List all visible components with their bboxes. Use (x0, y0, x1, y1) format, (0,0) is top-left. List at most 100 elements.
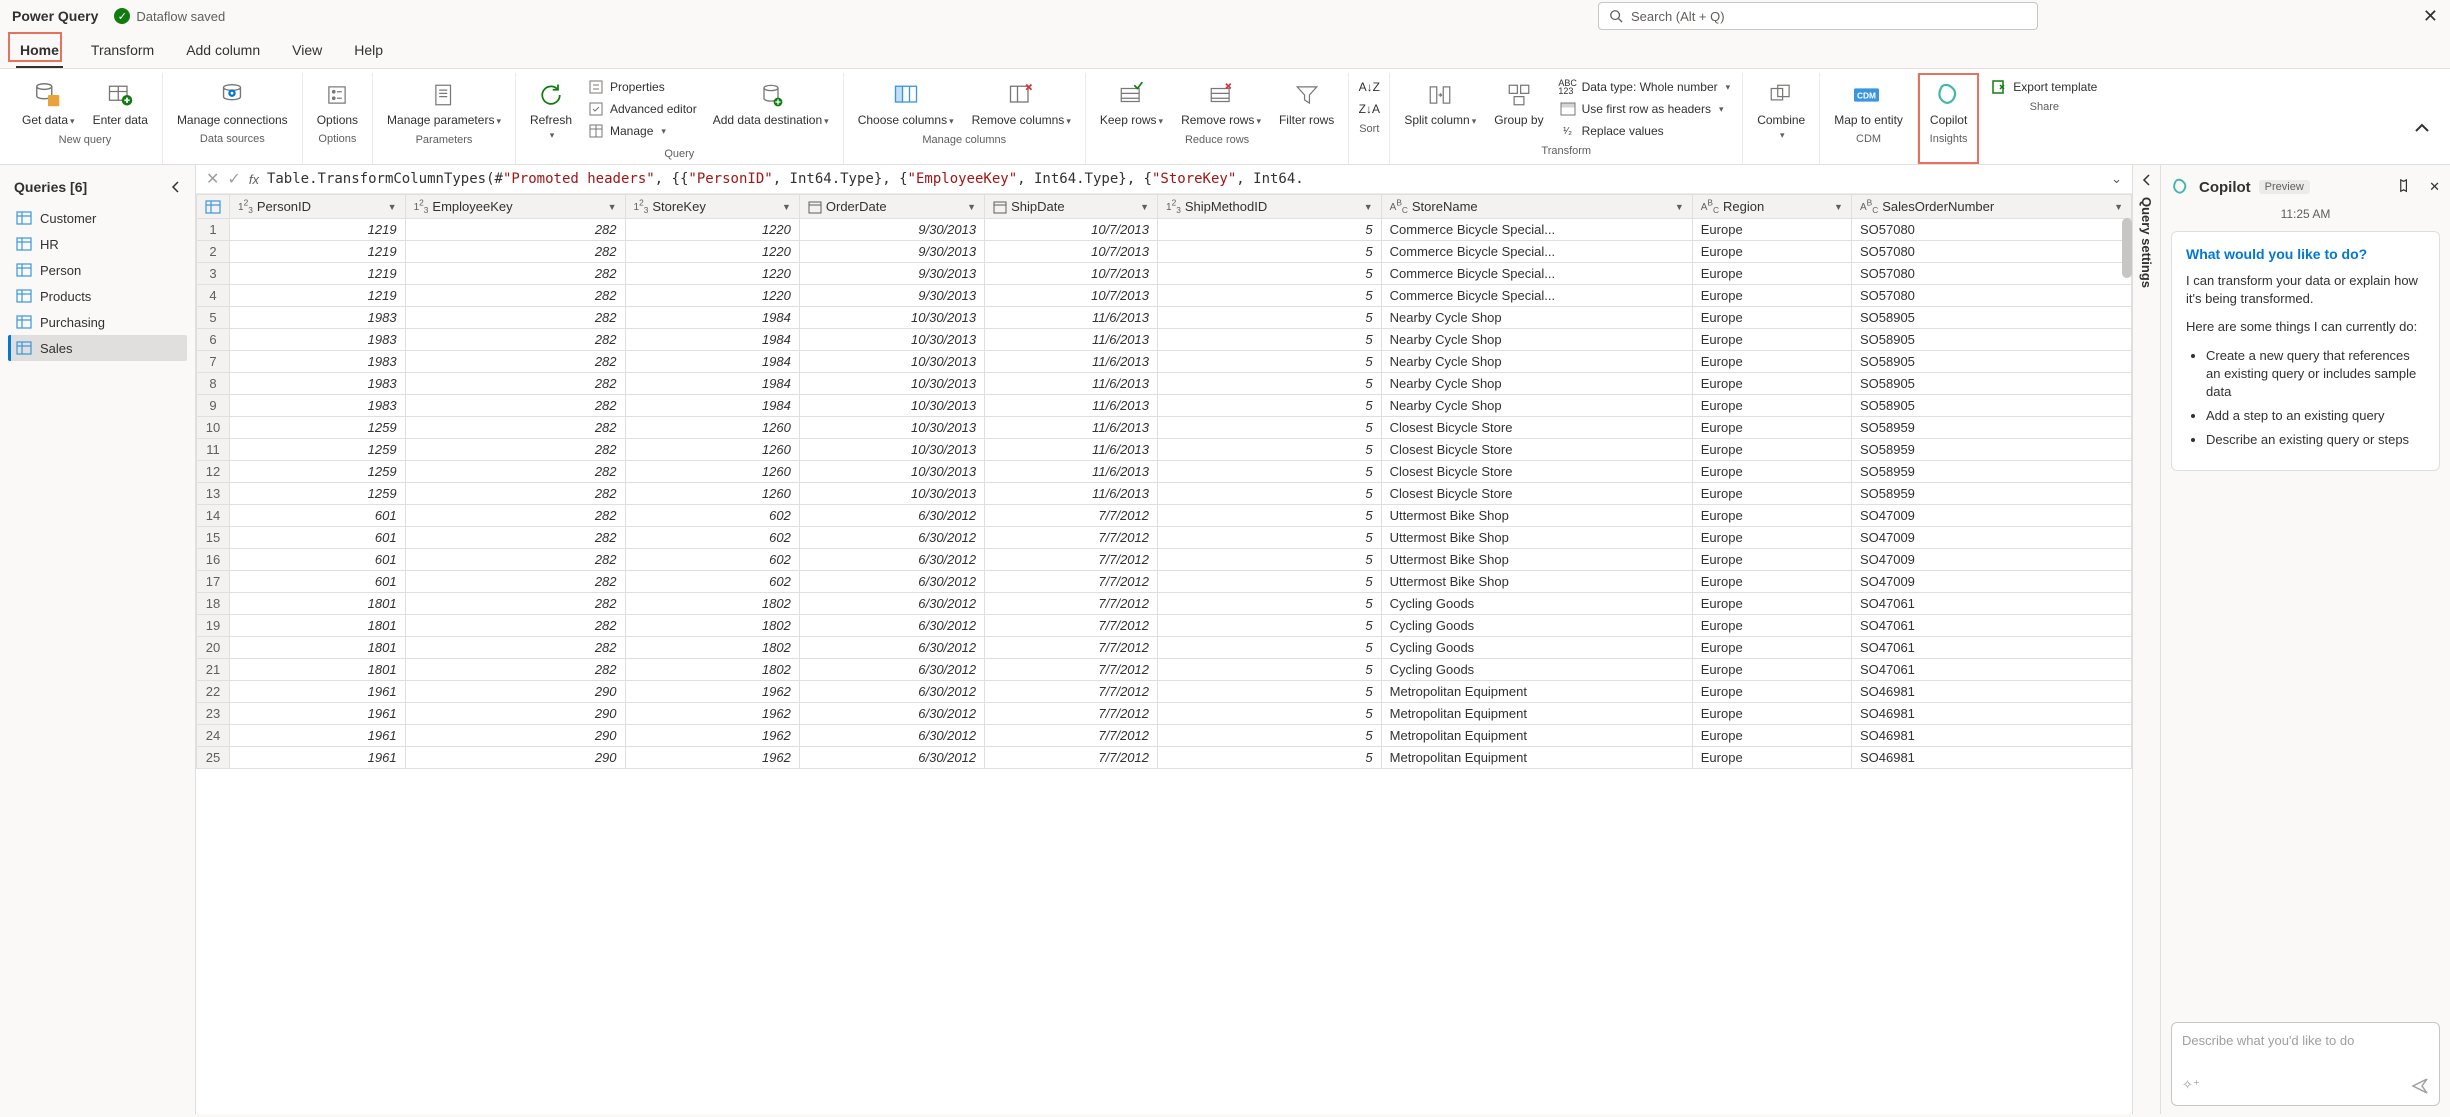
advanced-editor-button[interactable]: Advanced editor (584, 99, 701, 119)
cell[interactable]: 7/7/2012 (985, 549, 1158, 571)
query-item-sales[interactable]: Sales (8, 335, 187, 361)
cell[interactable]: 10/7/2013 (985, 219, 1158, 241)
cell[interactable]: 1984 (625, 395, 799, 417)
table-row[interactable]: 3121928212209/30/201310/7/20135Commerce … (197, 263, 2132, 285)
cell[interactable]: 1983 (230, 351, 406, 373)
cell[interactable]: 1983 (230, 395, 406, 417)
remove-columns-button[interactable]: Remove columns▾ (966, 77, 1077, 130)
cell[interactable]: SO47061 (1851, 615, 2131, 637)
cell[interactable]: 7/7/2012 (985, 659, 1158, 681)
cell[interactable]: 282 (405, 329, 625, 351)
cell[interactable]: 1984 (625, 351, 799, 373)
cell[interactable]: Europe (1692, 241, 1851, 263)
cell[interactable]: SO47009 (1851, 527, 2131, 549)
refresh-button[interactable]: Refresh▾ (524, 77, 578, 144)
cell[interactable]: 10/7/2013 (985, 285, 1158, 307)
cell[interactable]: SO46981 (1851, 725, 2131, 747)
cell[interactable]: 1961 (230, 747, 406, 769)
cell[interactable]: 7/7/2012 (985, 637, 1158, 659)
cell[interactable]: 282 (405, 505, 625, 527)
cell[interactable]: 5 (1158, 637, 1382, 659)
cell[interactable]: 11/6/2013 (985, 417, 1158, 439)
cell[interactable]: 7/7/2012 (985, 527, 1158, 549)
manage-connections-button[interactable]: Manage connections (171, 77, 294, 129)
cell[interactable]: Europe (1692, 461, 1851, 483)
cell[interactable]: 1219 (230, 263, 406, 285)
cell[interactable]: Closest Bicycle Store (1381, 461, 1692, 483)
table-row[interactable]: 18180128218026/30/20127/7/20125Cycling G… (197, 593, 2132, 615)
query-item-customer[interactable]: Customer (8, 205, 187, 231)
cell[interactable]: 11/6/2013 (985, 395, 1158, 417)
table-row[interactable]: 61983282198410/30/201311/6/20135Nearby C… (197, 329, 2132, 351)
filter-dropdown-icon[interactable]: ▼ (1834, 202, 1843, 212)
cell[interactable]: 5 (1158, 219, 1382, 241)
cell[interactable]: 5 (1158, 747, 1382, 769)
cell[interactable]: 5 (1158, 329, 1382, 351)
cell[interactable]: 1962 (625, 681, 799, 703)
cell[interactable]: 6/30/2012 (799, 703, 984, 725)
cell[interactable]: 282 (405, 483, 625, 505)
cell[interactable]: SO47009 (1851, 571, 2131, 593)
cell[interactable]: 7/7/2012 (985, 725, 1158, 747)
cell[interactable]: 1802 (625, 659, 799, 681)
cell[interactable]: 5 (1158, 395, 1382, 417)
cell[interactable]: Metropolitan Equipment (1381, 681, 1692, 703)
cell[interactable]: 1219 (230, 285, 406, 307)
cell[interactable]: 1984 (625, 373, 799, 395)
manage-parameters-button[interactable]: Manage parameters▾ (381, 77, 507, 130)
cell[interactable]: 1260 (625, 417, 799, 439)
cell[interactable]: 1984 (625, 307, 799, 329)
cell[interactable]: Uttermost Bike Shop (1381, 505, 1692, 527)
cell[interactable]: Europe (1692, 483, 1851, 505)
remove-rows-button[interactable]: Remove rows▾ (1175, 77, 1267, 130)
cell[interactable]: 282 (405, 395, 625, 417)
cell[interactable]: 10/7/2013 (985, 241, 1158, 263)
cell[interactable]: SO58959 (1851, 439, 2131, 461)
cell[interactable]: SO57080 (1851, 263, 2131, 285)
cell[interactable]: Nearby Cycle Shop (1381, 307, 1692, 329)
get-data-button[interactable]: Get data▾ (16, 77, 81, 130)
cell[interactable]: 10/30/2013 (799, 483, 984, 505)
cell[interactable]: 11/6/2013 (985, 351, 1158, 373)
cell[interactable]: 1984 (625, 329, 799, 351)
table-row[interactable]: 1121928212209/30/201310/7/20135Commerce … (197, 219, 2132, 241)
search-input[interactable]: Search (Alt + Q) (1598, 2, 2038, 30)
cell[interactable]: 5 (1158, 681, 1382, 703)
cell[interactable]: Uttermost Bike Shop (1381, 571, 1692, 593)
cell[interactable]: 1801 (230, 659, 406, 681)
cell[interactable]: Europe (1692, 285, 1851, 307)
cell[interactable]: Cycling Goods (1381, 637, 1692, 659)
query-item-person[interactable]: Person (8, 257, 187, 283)
cell[interactable]: 10/7/2013 (985, 263, 1158, 285)
cell[interactable]: SO46981 (1851, 703, 2131, 725)
cell[interactable]: 7/7/2012 (985, 681, 1158, 703)
cell[interactable]: 602 (625, 505, 799, 527)
cell[interactable]: 5 (1158, 549, 1382, 571)
column-header-salesordernumber[interactable]: ABCSalesOrderNumber▼ (1851, 195, 2131, 219)
cell[interactable]: SO47061 (1851, 659, 2131, 681)
cell[interactable]: 6/30/2012 (799, 593, 984, 615)
filter-dropdown-icon[interactable]: ▼ (388, 202, 397, 212)
filter-rows-button[interactable]: Filter rows (1273, 77, 1340, 129)
cell[interactable]: 10/30/2013 (799, 461, 984, 483)
cell[interactable]: SO58959 (1851, 417, 2131, 439)
cell[interactable]: SO58905 (1851, 307, 2131, 329)
table-row[interactable]: 24196129019626/30/20127/7/20125Metropoli… (197, 725, 2132, 747)
cell[interactable]: 601 (230, 505, 406, 527)
cell[interactable]: Commerce Bicycle Special... (1381, 285, 1692, 307)
tab-view[interactable]: View (288, 32, 326, 68)
cell[interactable]: 10/30/2013 (799, 329, 984, 351)
filter-dropdown-icon[interactable]: ▼ (967, 202, 976, 212)
cell[interactable]: 10/30/2013 (799, 307, 984, 329)
row-number[interactable]: 16 (197, 549, 230, 571)
cell[interactable]: 1801 (230, 615, 406, 637)
cell[interactable]: Europe (1692, 505, 1851, 527)
cell[interactable]: 5 (1158, 593, 1382, 615)
row-number[interactable]: 25 (197, 747, 230, 769)
formula-input[interactable]: Table.TransformColumnTypes(#"Promoted he… (267, 171, 2103, 187)
collapse-queries-icon[interactable] (171, 180, 181, 194)
cell[interactable]: Europe (1692, 659, 1851, 681)
cell[interactable]: 282 (405, 307, 625, 329)
cell[interactable]: 282 (405, 615, 625, 637)
vertical-scrollbar[interactable] (2122, 218, 2132, 278)
